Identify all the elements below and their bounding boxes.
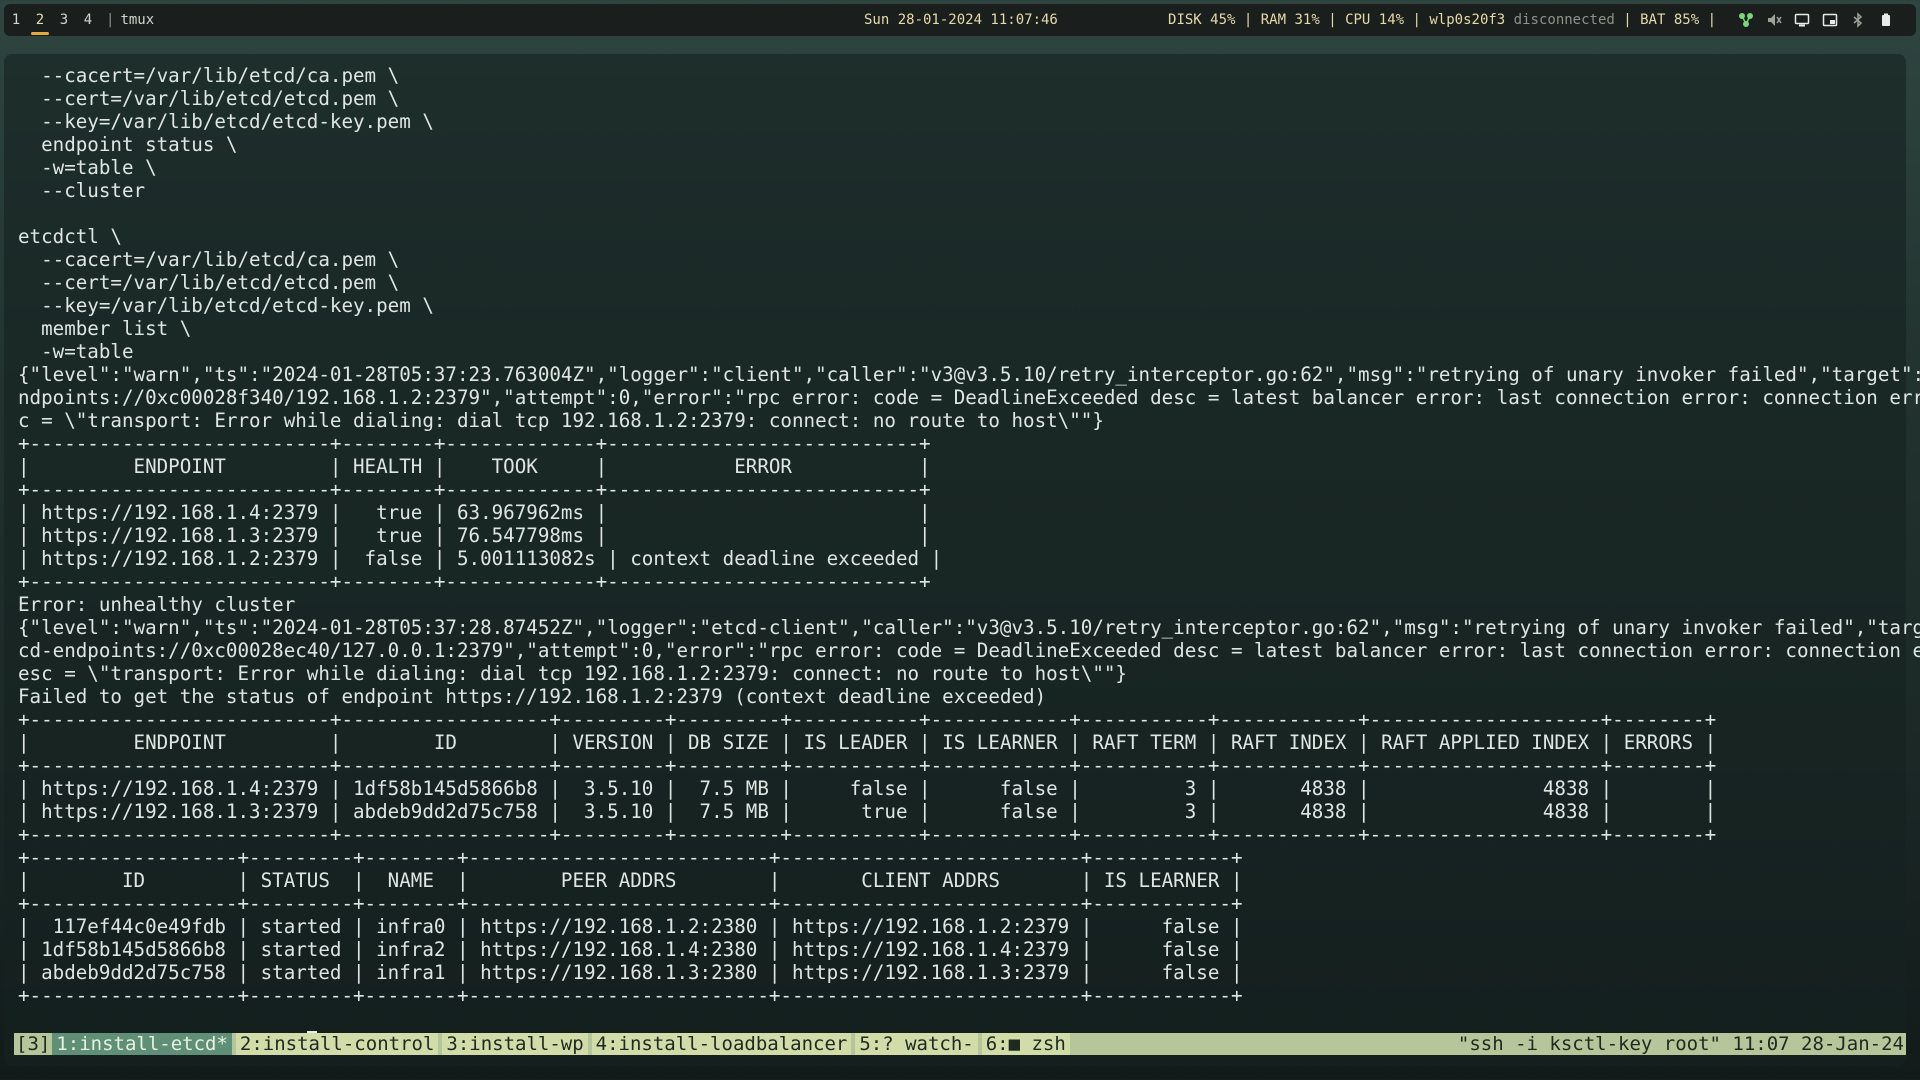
terminal-line: endpoint status \ [18, 133, 238, 156]
clock[interactable]: Sun 28-01-2024 11:07:46 [864, 4, 1058, 36]
terminal-line: --cert=/var/lib/etcd/etcd.pem \ [18, 87, 400, 110]
terminal-line: cd-endpoints://0xc00028ec40/127.0.0.1:23… [18, 639, 1920, 662]
terminal-line: +------------------+---------+--------+-… [18, 892, 1243, 915]
terminal-line: etcdctl \ [18, 225, 122, 248]
terminal-line: | https://192.168.1.2:2379 | false | 5.0… [18, 547, 943, 570]
terminal-line: +--------------------------+--------+---… [18, 570, 931, 593]
terminal-line: | https://192.168.1.3:2379 | true | 76.5… [18, 524, 931, 547]
system-stats: DISK 45% | RAM 31% | CPU 14% | wlp0s20f3… [1168, 12, 1716, 28]
terminal-output: --cacert=/var/lib/etcd/ca.pem \ --cert=/… [18, 64, 1920, 1053]
tmux-window-list: 1:install-etcd* 2:install-control 3:instal… [52, 1033, 1073, 1055]
bluetooth-icon[interactable] [1850, 12, 1866, 28]
terminal-line: +------------------+---------+--------+-… [18, 984, 1243, 1007]
terminal-window[interactable]: --cacert=/var/lib/etcd/ca.pem \ --cert=/… [4, 54, 1920, 1066]
display-icon[interactable] [1794, 12, 1810, 28]
terminal-line: | ID | STATUS | NAME | PEER ADDRS | CLIE… [18, 869, 1243, 892]
terminal-line: esc = \"transport: Error while dialing: … [18, 662, 1127, 685]
tmux-session: [3] [16, 1033, 51, 1055]
wifi-interface: wlp0s20f3 [1429, 12, 1506, 28]
terminal-line: --key=/var/lib/etcd/etcd-key.pem \ [18, 294, 434, 317]
terminal-line: -w=table \ [18, 156, 157, 179]
workspace-1[interactable]: 1 [4, 4, 28, 36]
tmux-window-tab[interactable]: 3:install-wp [442, 1033, 588, 1055]
terminal-line: | ENDPOINT | ID | VERSION | DB SIZE | IS… [18, 731, 1717, 754]
volume-muted-icon[interactable] [1766, 12, 1782, 28]
terminal-line: +--------------------------+------------… [18, 708, 1717, 731]
tmux-window-tab[interactable]: 1:install-etcd* [52, 1033, 232, 1055]
terminal-line: +------------------+---------+--------+-… [18, 846, 1243, 869]
terminal-line: | abdeb9dd2d75c758 | started | infra1 | … [18, 961, 1243, 984]
separator: | [106, 12, 115, 28]
terminal-line: {"level":"warn","ts":"2024-01-28T05:37:2… [18, 363, 1920, 386]
disk-usage: DISK 45% [1168, 12, 1236, 28]
terminal-line: -w=table [18, 340, 134, 363]
terminal-line: --cacert=/var/lib/etcd/ca.pem \ [18, 248, 400, 271]
battery-icon[interactable] [1878, 12, 1894, 28]
network-icon[interactable] [1738, 12, 1754, 28]
workspace-3[interactable]: 3 [52, 4, 76, 36]
terminal-line: Failed to get the status of endpoint htt… [18, 685, 1047, 708]
ram-usage: RAM 31% [1260, 12, 1320, 28]
terminal-line: | https://192.168.1.3:2379 | abdeb9dd2d7… [18, 800, 1717, 823]
top-bar: 1234 | tmux Sun 28-01-2024 11:07:46 DISK… [4, 4, 1916, 36]
terminal-line: --key=/var/lib/etcd/etcd-key.pem \ [18, 110, 434, 133]
window-icon[interactable] [1822, 12, 1838, 28]
tmux-window-tab[interactable]: 2:install-control [235, 1033, 439, 1055]
terminal-line: Error: unhealthy cluster [18, 593, 296, 616]
terminal-line: | https://192.168.1.4:2379 | 1df58b145d5… [18, 777, 1717, 800]
terminal-line: | ENDPOINT | HEALTH | TOOK | ERROR | [18, 455, 931, 478]
terminal-line: | https://192.168.1.4:2379 | true | 63.9… [18, 501, 931, 524]
tmux-status-right: "ssh -i ksctl-key root" 11:07 28-Jan-24 [1457, 1033, 1904, 1055]
terminal-line: ndpoints://0xc00028f340/192.168.1.2:2379… [18, 386, 1920, 409]
focused-window-title: tmux [120, 12, 155, 28]
terminal-line: +--------------------------+------------… [18, 823, 1717, 846]
terminal-line: | 1df58b145d5866b8 | started | infra2 | … [18, 938, 1243, 961]
battery-level: BAT 85% [1640, 12, 1700, 28]
system-tray [1738, 4, 1894, 36]
terminal-line: +--------------------------+--------+---… [18, 478, 931, 501]
terminal-line: member list \ [18, 317, 192, 340]
cpu-usage: CPU 14% [1345, 12, 1405, 28]
tmux-window-tab[interactable]: 4:install-loadbalancer [591, 1033, 852, 1055]
wifi-status: disconnected [1513, 12, 1615, 28]
terminal-line: {"level":"warn","ts":"2024-01-28T05:37:2… [18, 616, 1920, 639]
terminal-line: --cert=/var/lib/etcd/etcd.pem \ [18, 271, 400, 294]
terminal-line: +--------------------------+--------+---… [18, 432, 931, 455]
workspace-4[interactable]: 4 [76, 4, 100, 36]
terminal-line: --cacert=/var/lib/etcd/ca.pem \ [18, 64, 400, 87]
workspace-2[interactable]: 2 [28, 4, 52, 36]
tmux-window-tab[interactable]: 6:■ zsh [981, 1033, 1070, 1055]
workspace-list: 1234 [4, 4, 100, 36]
tmux-status-bar: [3] 1:install-etcd* 2:install-control 3:in… [14, 1033, 1906, 1055]
tmux-window-tab[interactable]: 5:? watch- [855, 1033, 978, 1055]
terminal-line: c = \"transport: Error while dialing: di… [18, 409, 1104, 432]
terminal-line: --cluster [18, 179, 146, 202]
terminal-line: | 117ef44c0e49fdb | started | infra0 | h… [18, 915, 1243, 938]
terminal-line: +--------------------------+------------… [18, 754, 1717, 777]
